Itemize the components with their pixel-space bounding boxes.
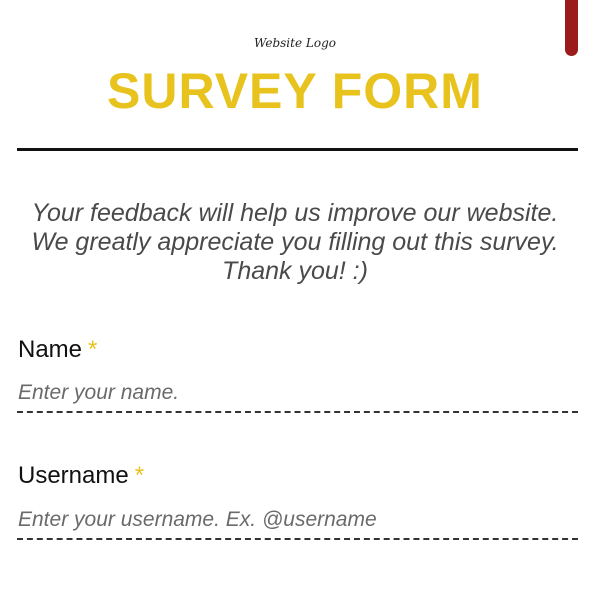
required-asterisk: * <box>88 336 98 363</box>
header-divider <box>17 148 578 151</box>
intro-text: Your feedback will help us improve our w… <box>20 199 570 286</box>
website-logo: Website Logo <box>254 36 336 50</box>
name-input[interactable] <box>17 379 578 413</box>
intro-line: Thank you! :) <box>222 257 368 285</box>
username-label-text: Username <box>18 462 129 489</box>
survey-page: Website Logo SURVEY FORM Your feedback w… <box>0 0 590 590</box>
username-input[interactable] <box>17 506 578 540</box>
required-asterisk: * <box>134 462 145 489</box>
intro-line: We greatly appreciate you filling out th… <box>31 228 559 256</box>
name-label: Name * <box>18 336 97 364</box>
username-label: Username * <box>18 462 144 490</box>
name-label-text: Name <box>18 336 83 363</box>
intro-line: Your feedback will help us improve our w… <box>31 199 559 227</box>
page-title: SURVEY FORM <box>107 63 483 119</box>
